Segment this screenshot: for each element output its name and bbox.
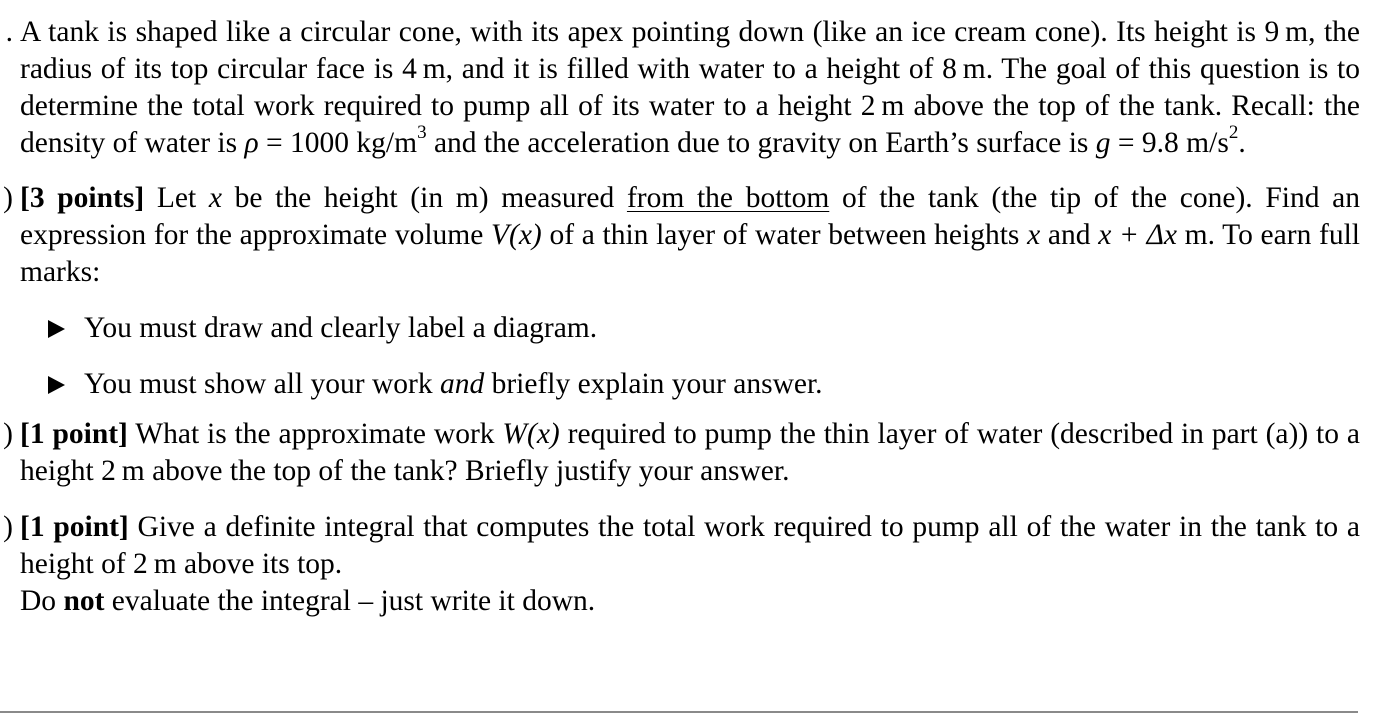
part-a-marker: ) — [3, 182, 13, 214]
part-b-marker: ) — [3, 418, 13, 450]
list-item: You must draw and clearly label a diagra… — [20, 310, 1360, 347]
rho-value: = 1000 kg/m — [258, 127, 418, 159]
instruction-text-end: evaluate the integral – just write it do… — [104, 585, 596, 617]
part-c-marker: ) — [3, 511, 13, 543]
var-x: x — [208, 182, 222, 214]
part-a-text-2: be the height (in m) measured — [221, 182, 627, 214]
part-a-paragraph: [3 points] Let x be the height (in m) me… — [20, 180, 1360, 291]
question-intro: . A tank is shaped like a circular cone,… — [6, 14, 1360, 162]
rho-exponent: 3 — [417, 122, 427, 144]
part-c-points: [1 point] — [20, 511, 129, 543]
intro-text-2: and the acceleration due to gravity on E… — [426, 127, 1096, 159]
work-expression: W(x) — [502, 418, 560, 450]
question-document: . A tank is shaped like a circular cone,… — [3, 14, 1360, 620]
part-a-text-1: Let — [144, 182, 209, 214]
part-c-instruction: Do not evaluate the integral – just writ… — [20, 583, 1360, 620]
bullet-text: You must show all your work — [84, 368, 440, 400]
bullet-text-end: briefly explain your answer. — [484, 368, 823, 400]
g-symbol: g — [1095, 127, 1111, 159]
part-b-text-1: What is the approximate work — [127, 418, 503, 450]
emphasis-not: not — [63, 585, 105, 617]
emphasis-and: and — [439, 368, 485, 400]
volume-expression: V(x) — [491, 219, 542, 251]
intro-period: . — [1238, 127, 1246, 159]
part-b-points: [1 point] — [20, 418, 128, 450]
horizontal-divider — [0, 711, 1358, 713]
requirements-list: You must draw and clearly label a diagra… — [20, 310, 1360, 403]
part-c-text-1: Give a definite integral that computes t… — [20, 511, 1360, 580]
part-b-paragraph: [1 point] What is the approximate work W… — [20, 416, 1360, 490]
triangle-bullet-icon — [48, 376, 65, 394]
instruction-text: Do — [20, 585, 64, 617]
part-a-text-4: of a thin layer of water between heights — [541, 219, 1028, 251]
underlined-phrase: from the bottom — [626, 182, 830, 214]
intro-paragraph: A tank is shaped like a circular cone, w… — [20, 14, 1360, 162]
g-value: = 9.8 m/s — [1110, 127, 1229, 159]
bullet-text: You must draw and clearly label a diagra… — [84, 312, 598, 344]
x-plus-delta-x: x + Δx — [1098, 219, 1177, 251]
question-number-marker: . — [5, 16, 13, 48]
part-a: ) [3 points] Let x be the height (in m) … — [3, 180, 1360, 403]
rho-symbol: ρ — [244, 127, 259, 159]
var-x: x — [1027, 219, 1041, 251]
part-b: ) [1 point] What is the approximate work… — [3, 416, 1360, 490]
part-c-paragraph: [1 point] Give a definite integral that … — [20, 509, 1360, 583]
list-item: You must show all your work and briefly … — [20, 366, 1360, 403]
part-c: ) [1 point] Give a definite integral tha… — [3, 509, 1360, 620]
triangle-bullet-icon — [48, 320, 65, 338]
g-exponent: 2 — [1228, 122, 1239, 144]
part-a-text-5: and — [1040, 219, 1099, 251]
part-a-points: [3 points] — [20, 182, 145, 214]
